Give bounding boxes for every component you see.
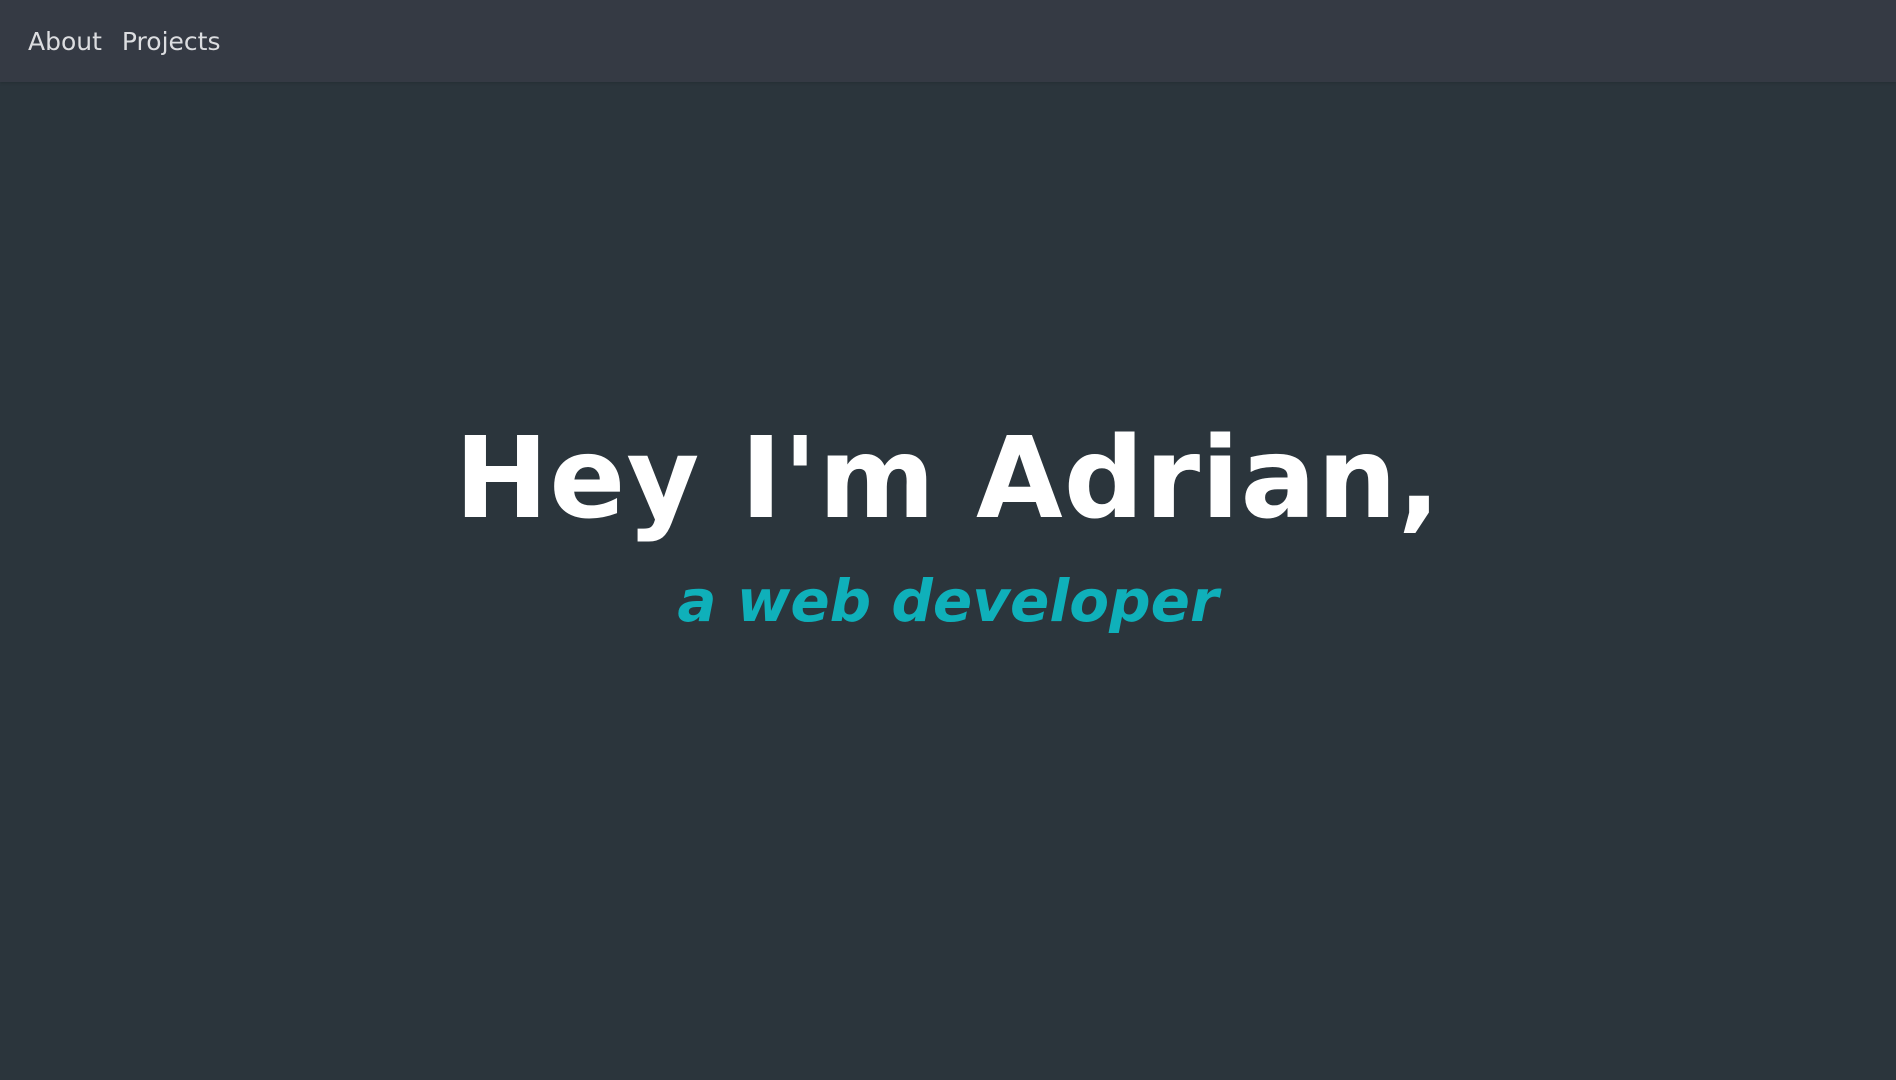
nav-link-projects[interactable]: Projects	[122, 29, 221, 54]
hero-title: Hey I'm Adrian,	[454, 414, 1442, 544]
top-navbar: About Projects	[0, 0, 1896, 82]
nav-link-about[interactable]: About	[28, 29, 102, 54]
hero-section: Hey I'm Adrian, a web developer	[0, 0, 1896, 1080]
hero-subtitle: a web developer	[677, 567, 1219, 635]
